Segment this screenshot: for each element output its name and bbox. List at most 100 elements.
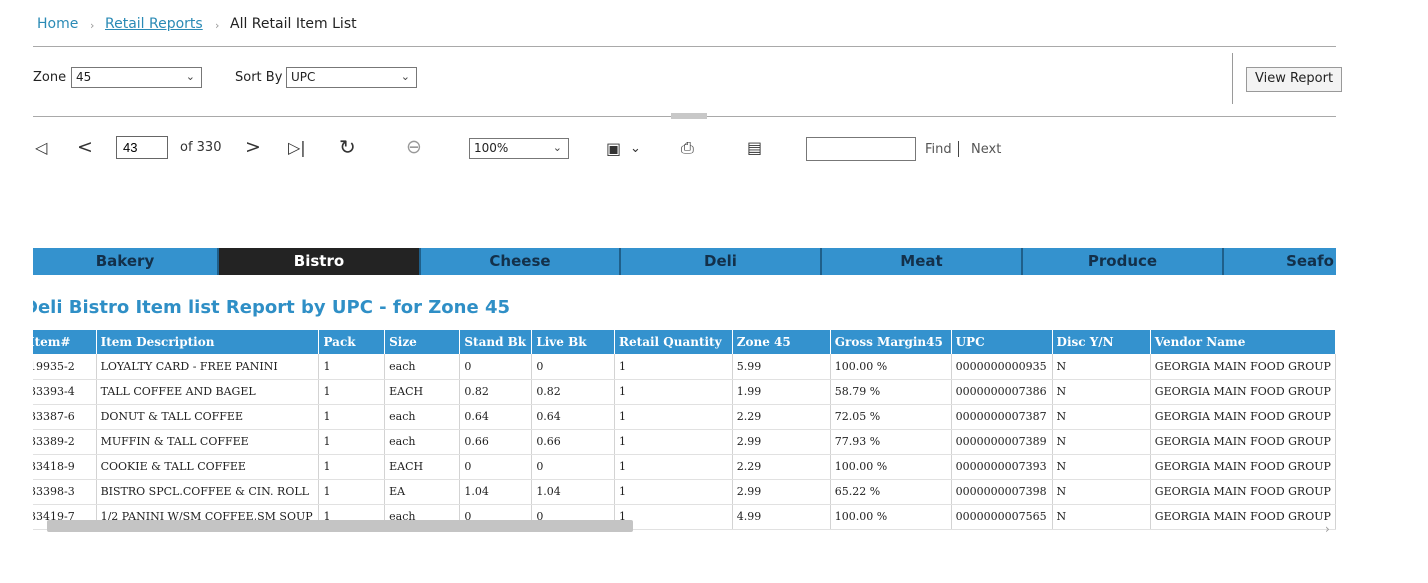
splitter-handle[interactable] <box>671 113 707 119</box>
table-cell: 5.99 <box>732 354 831 380</box>
chevron-down-icon[interactable]: ⌄ <box>630 139 641 159</box>
table-cell: 1 <box>318 379 386 405</box>
breadcrumb-home-link[interactable]: Home <box>37 16 78 32</box>
params-separator <box>1232 53 1233 104</box>
breadcrumb-separator-icon: › <box>90 19 95 32</box>
table-cell: 1 <box>318 429 386 455</box>
table-row: 33398-3 BISTRO SPCL.COFFEE & CIN. ROLL 1 EA… <box>33 479 1336 505</box>
table-cell: 0.82 <box>531 379 616 405</box>
table-cell: 77.93 % <box>830 429 952 455</box>
report-table: Item# Item Description Pack Size Stand B… <box>33 330 1336 530</box>
scroll-right-icon[interactable]: › <box>1325 522 1330 536</box>
breadcrumb-reports-link[interactable]: Retail Reports <box>105 16 203 32</box>
table-row: 33393-4 TALL COFFEE AND BAGEL 1 EACH 0.82 0.8… <box>33 379 1336 405</box>
tab-seafood[interactable]: Seafo <box>1224 248 1336 275</box>
table-cell: 0.64 <box>531 404 616 430</box>
table-cell: 0 <box>459 354 533 380</box>
table-cell: EACH <box>384 379 461 405</box>
breadcrumb-current: All Retail Item List <box>230 16 357 32</box>
horizontal-scrollbar-thumb[interactable] <box>47 520 633 532</box>
table-cell: N <box>1052 454 1151 480</box>
column-header[interactable]: Pack <box>318 330 386 354</box>
tab-produce[interactable]: Produce <box>1023 248 1224 275</box>
tab-deli[interactable]: Deli <box>621 248 822 275</box>
chevron-down-icon: ⌄ <box>185 70 195 83</box>
tab-meat[interactable]: Meat <box>822 248 1023 275</box>
tab-bistro[interactable]: Bistro <box>219 248 421 275</box>
sort-by-select-value: UPC <box>291 70 316 84</box>
report-title: Deli Bistro Item list Report by UPC - fo… <box>33 297 511 318</box>
column-header[interactable]: Item# <box>33 330 97 354</box>
table-cell: COOKIE & TALL COFFEE <box>96 454 320 480</box>
find-link[interactable]: Find <box>925 142 952 157</box>
table-cell: 33389-2 <box>33 429 97 455</box>
view-report-button[interactable]: View Report <box>1246 67 1343 92</box>
chevron-down-icon: ⌄ <box>400 70 410 83</box>
table-cell: 0.82 <box>459 379 533 405</box>
tab-bakery[interactable]: Bakery <box>33 248 219 275</box>
zone-select-value: 45 <box>76 70 92 84</box>
table-cell: 33393-4 <box>33 379 97 405</box>
column-header[interactable]: Vendor Name <box>1150 330 1336 354</box>
column-header[interactable]: Gross Margin45 <box>830 330 952 354</box>
next-page-icon[interactable]: > <box>245 137 261 157</box>
table-cell: 0 <box>531 354 616 380</box>
table-cell: 0.66 <box>459 429 533 455</box>
table-row: 33418-9 COOKIE & TALL COFFEE 1 EACH 0 0 1 2.29 1… <box>33 454 1336 480</box>
table-cell: TALL COFFEE AND BAGEL <box>96 379 320 405</box>
find-input[interactable] <box>806 137 916 161</box>
find-separator <box>958 141 959 157</box>
table-cell: 0000000007386 <box>951 379 1053 405</box>
table-cell: 2.29 <box>732 454 831 480</box>
table-cell: 65.22 % <box>830 479 952 505</box>
next-link[interactable]: Next <box>971 142 1001 157</box>
back-icon[interactable]: ⊖ <box>406 137 422 157</box>
zoom-select-value: 100% <box>474 141 509 155</box>
table-cell: 0 <box>531 454 616 480</box>
table-cell: 1 <box>614 429 733 455</box>
zone-select[interactable]: 45 ⌄ <box>71 67 202 88</box>
table-cell: 2.29 <box>732 404 831 430</box>
column-header[interactable]: Zone 45 <box>732 330 831 354</box>
column-header[interactable]: Stand Bk <box>459 330 533 354</box>
table-cell: 19935-2 <box>33 354 97 380</box>
chevron-down-icon: ⌄ <box>552 141 562 154</box>
table-cell: 0.66 <box>531 429 616 455</box>
page-number-input[interactable] <box>116 136 168 159</box>
table-cell: N <box>1052 429 1151 455</box>
table-cell: 1.04 <box>459 479 533 505</box>
tab-cheese[interactable]: Cheese <box>421 248 621 275</box>
column-header[interactable]: Live Bk <box>531 330 616 354</box>
table-cell: 0.64 <box>459 404 533 430</box>
table-cell: GEORGIA MAIN FOOD GROUP <box>1150 379 1336 405</box>
first-page-icon[interactable]: ◁ <box>35 138 47 158</box>
refresh-icon[interactable]: ↻ <box>339 137 356 157</box>
column-header[interactable]: Disc Y/N <box>1052 330 1151 354</box>
breadcrumb-separator-icon: › <box>215 19 220 32</box>
table-cell: 2.99 <box>732 429 831 455</box>
table-cell: BISTRO SPCL.COFFEE & CIN. ROLL <box>96 479 320 505</box>
table-cell: N <box>1052 354 1151 380</box>
last-page-icon[interactable]: ▷| <box>288 138 306 158</box>
sort-by-select[interactable]: UPC ⌄ <box>286 67 417 88</box>
zoom-select[interactable]: 100% ⌄ <box>469 138 569 159</box>
table-cell: 1 <box>318 479 386 505</box>
table-cell: 1 <box>318 454 386 480</box>
table-cell: 0000000007398 <box>951 479 1053 505</box>
table-header-row: Item# Item Description Pack Size Stand B… <box>33 330 1336 354</box>
column-header[interactable]: Retail Quantity <box>614 330 733 354</box>
column-header[interactable]: Item Description <box>96 330 320 354</box>
print-icon[interactable]: ⎙ <box>681 138 694 158</box>
column-header[interactable]: UPC <box>951 330 1053 354</box>
table-cell: 72.05 % <box>830 404 952 430</box>
data-feed-icon[interactable]: ▤ <box>747 138 762 158</box>
column-header[interactable]: Size <box>384 330 461 354</box>
save-icon[interactable]: ▣ <box>606 139 621 159</box>
table-cell: 100.00 % <box>830 454 952 480</box>
table-cell: 1 <box>614 479 733 505</box>
table-cell: 1.99 <box>732 379 831 405</box>
table-cell: 58.79 % <box>830 379 952 405</box>
table-cell: 0000000007565 <box>951 504 1053 530</box>
report-table-viewport: Item# Item Description Pack Size Stand B… <box>33 330 1336 530</box>
previous-page-icon[interactable]: < <box>77 137 93 157</box>
